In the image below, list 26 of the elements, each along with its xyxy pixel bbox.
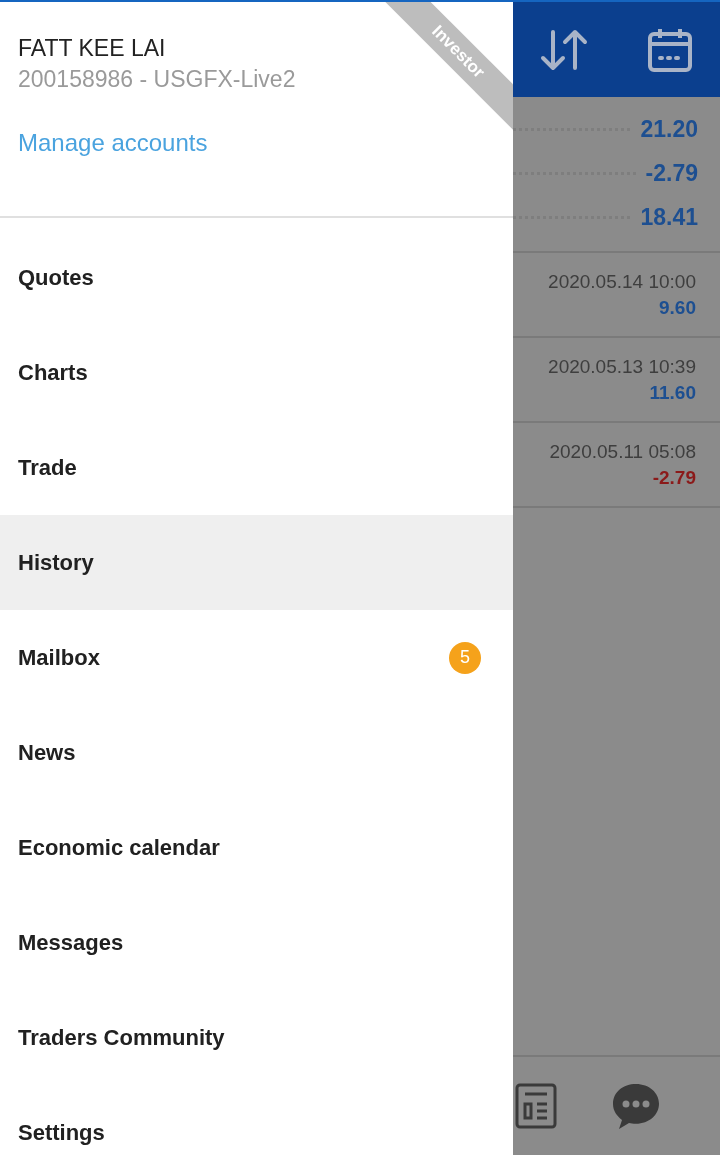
- menu-item-label: Messages: [18, 929, 124, 956]
- count-badge: 5: [449, 641, 481, 674]
- menu-item-label: Charts: [18, 359, 88, 386]
- menu-item-label: Settings: [18, 1119, 105, 1146]
- account-number: 200158986 - USGFX-Live2: [18, 66, 296, 93]
- menu-item-label: Traders Community: [18, 1024, 225, 1051]
- summary-value: 21.20: [640, 115, 698, 143]
- menu-item-label: Trade: [18, 454, 77, 481]
- deal-time: 2020.05.11 05:08: [549, 440, 696, 463]
- menu-item-label: Mailbox: [18, 644, 100, 671]
- news-icon[interactable]: [513, 1082, 559, 1130]
- deal-time: 2020.05.13 10:39: [548, 355, 696, 378]
- deal-profit: -2.79: [652, 466, 696, 489]
- sort-icon[interactable]: [539, 27, 589, 72]
- menu-item-label: History: [18, 549, 94, 576]
- summary-value: 18.41: [640, 203, 698, 231]
- menu-item[interactable]: History: [0, 515, 513, 610]
- chat-bubble-icon[interactable]: [611, 1082, 661, 1130]
- deal-profit: 9.60: [659, 296, 696, 319]
- menu-item-label: Quotes: [18, 264, 94, 291]
- deal-time: 2020.05.14 10:00: [548, 270, 696, 293]
- deal-profit: 11.60: [649, 381, 696, 404]
- menu-item-label: Economic calendar: [18, 834, 220, 861]
- summary-value: -2.79: [645, 159, 698, 187]
- menu-item-label: News: [18, 739, 76, 766]
- account-name: FATT KEE LAI: [18, 35, 166, 62]
